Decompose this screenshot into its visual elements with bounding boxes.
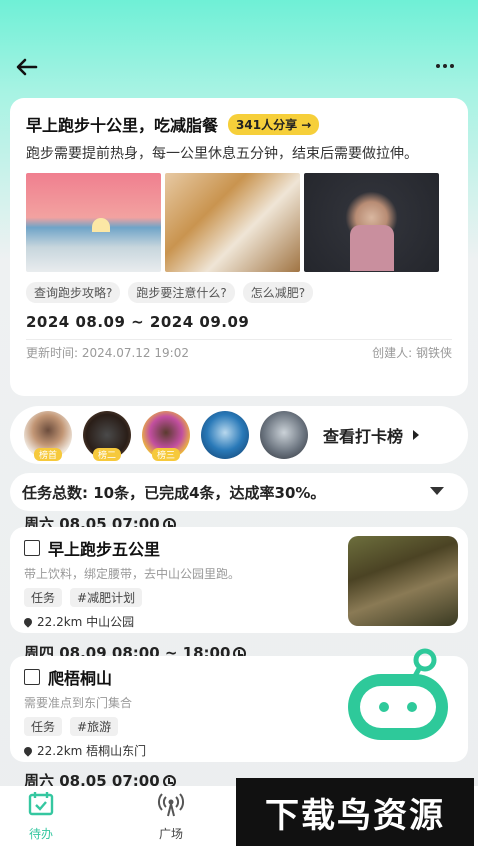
- avatar[interactable]: 榜二: [83, 411, 131, 461]
- rank-badge: 榜首: [33, 448, 63, 461]
- question-tag[interactable]: 查询跑步攻略?: [26, 282, 121, 303]
- more-dots-icon[interactable]: [436, 58, 460, 74]
- plan-meta: 更新时间: 2024.07.12 19:02 创建人: 钢铁侠: [26, 339, 452, 361]
- plan-card: 早上跑步十公里，吃减脂餐 341人分享 → 跑步需要提前热身，每一公里休息五分钟…: [10, 98, 468, 396]
- avatar[interactable]: 榜三: [142, 411, 190, 461]
- task-checkbox[interactable]: [24, 540, 40, 556]
- checkin-rank-card[interactable]: 榜首 榜二 榜三 查看打卡榜: [10, 406, 468, 464]
- calendar-check-icon: [28, 792, 54, 816]
- task-checkbox[interactable]: [24, 669, 40, 685]
- task-tag: #减肥计划: [70, 588, 143, 607]
- photo-child[interactable]: [304, 173, 439, 272]
- assistant-robot-icon[interactable]: [346, 646, 452, 744]
- top-bar: [0, 0, 478, 95]
- task-summary[interactable]: 任务总数: 10条，已完成4条，达成率30%。: [10, 473, 468, 511]
- dropdown-caret-icon[interactable]: [430, 487, 444, 495]
- plan-description: 跑步需要提前热身，每一公里休息五分钟，结束后需要做拉伸。: [26, 146, 418, 162]
- location-label: 22.2km 中山公园: [37, 615, 135, 629]
- task-title: 早上跑步五公里: [48, 540, 161, 559]
- task-card[interactable]: 早上跑步五公里 带上饮料，绑定腰带，去中山公园里跑。 任务 #减肥计划 22.2…: [10, 527, 468, 633]
- plan-title: 早上跑步十公里，吃减脂餐: [26, 116, 219, 135]
- location-pin-icon: [22, 744, 34, 757]
- view-rank-label: 查看打卡榜: [323, 427, 404, 446]
- tab-square[interactable]: 广场: [136, 790, 206, 842]
- task-tag: #旅游: [70, 717, 119, 736]
- broadcast-icon: [158, 793, 184, 817]
- location-pin-icon: [22, 615, 34, 628]
- location-label: 22.2km 梧桐山东门: [37, 744, 147, 758]
- task-tag: 任务: [24, 717, 63, 736]
- avatar[interactable]: [260, 411, 308, 459]
- rank-badge: 榜二: [92, 448, 122, 461]
- summary-text: 任务总数: 10条，已完成4条，达成率30%。: [22, 483, 326, 502]
- task-tag: 任务: [24, 588, 63, 607]
- watermark: 下载鸟资源: [236, 778, 474, 846]
- updated-time: 更新时间: 2024.07.12 19:02: [26, 346, 189, 360]
- rank-badge: 榜三: [151, 448, 181, 461]
- creator: 创建人: 钢铁侠: [372, 346, 452, 360]
- tab-square-label: 广场: [158, 827, 183, 841]
- photo-sunset[interactable]: [26, 173, 161, 272]
- avatar[interactable]: 榜首: [24, 411, 72, 461]
- question-tags: 查询跑步攻略? 跑步要注意什么? 怎么减肥?: [26, 282, 452, 303]
- arrow-left-icon[interactable]: [14, 56, 38, 78]
- photo-interior[interactable]: [165, 173, 300, 272]
- view-rank-link[interactable]: 查看打卡榜: [323, 423, 423, 447]
- plan-photos: [26, 173, 452, 272]
- question-tag[interactable]: 怎么减肥?: [242, 282, 314, 303]
- task-title: 爬梧桐山: [48, 669, 113, 688]
- task-location: 22.2km 梧桐山东门: [22, 742, 454, 759]
- task-photo[interactable]: [348, 536, 458, 626]
- tab-todo-label: 待办: [28, 827, 53, 841]
- question-tag[interactable]: 跑步要注意什么?: [128, 282, 235, 303]
- plan-date-range: 2024 08.09 ~ 2024 09.09: [26, 313, 250, 331]
- tab-todo[interactable]: 待办: [6, 790, 76, 842]
- share-count-badge[interactable]: 341人分享 →: [228, 113, 320, 135]
- chevron-right-icon: [413, 430, 420, 440]
- avatar[interactable]: [201, 411, 249, 459]
